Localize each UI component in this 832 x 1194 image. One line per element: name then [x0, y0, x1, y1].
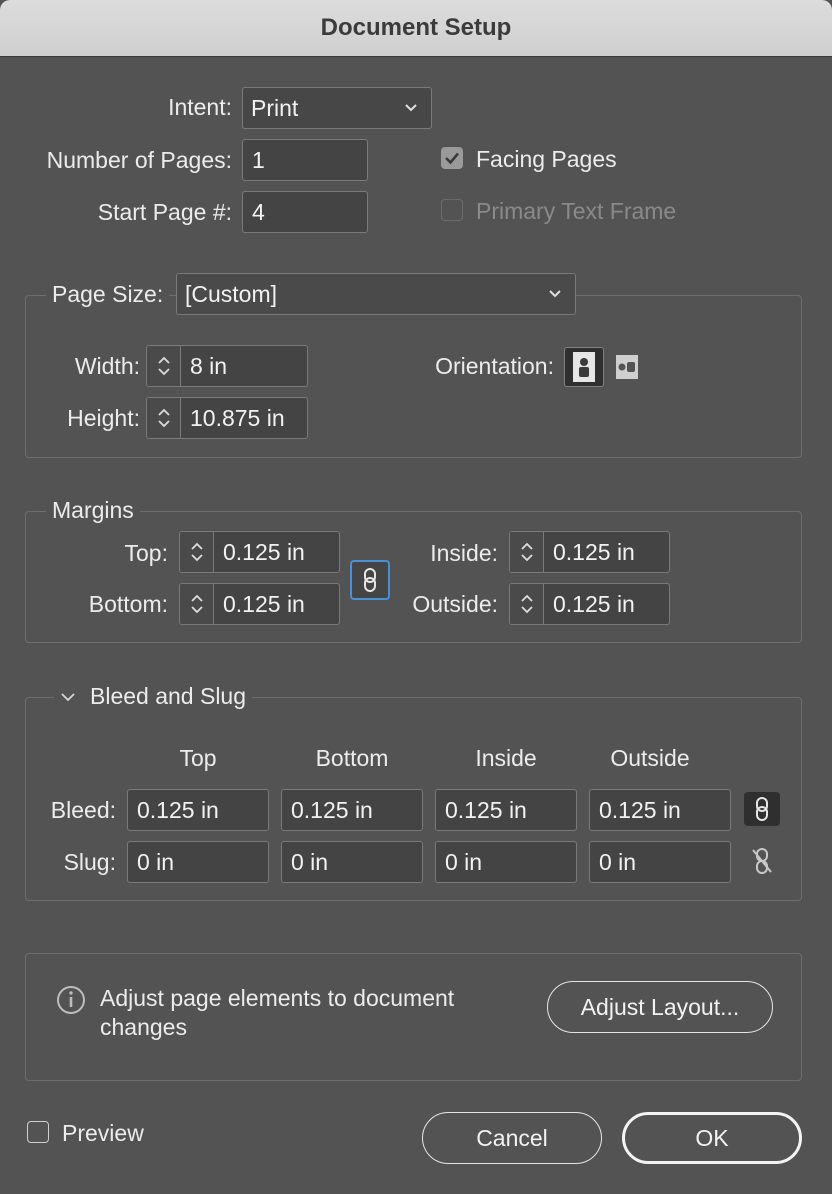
margin-top-value[interactable]: 0.125 in: [214, 532, 339, 572]
chevron-down-icon: [549, 290, 561, 298]
slug-label: Slug:: [63, 849, 116, 875]
bleed-slug-header[interactable]: Bleed and Slug: [54, 683, 253, 710]
chevron-down-icon: [520, 606, 533, 614]
bleed-inside-field[interactable]: 0.125 in: [435, 789, 577, 831]
stepper-arrows[interactable]: [510, 584, 544, 624]
chevron-up-icon: [157, 408, 170, 416]
page-size-label: Page Size:: [46, 281, 170, 308]
cancel-label: Cancel: [476, 1124, 548, 1151]
preview-checkbox[interactable]: [27, 1121, 49, 1143]
adjust-layout-button[interactable]: Adjust Layout...: [547, 981, 773, 1033]
stepper-arrows[interactable]: [510, 532, 544, 572]
margins-group: [25, 511, 802, 643]
slug-link-button[interactable]: [744, 844, 780, 878]
bleed-link-button[interactable]: [744, 792, 780, 826]
chain-link-icon: [756, 797, 768, 821]
chevron-down-icon: [190, 606, 203, 614]
orientation-label: Orientation:: [435, 353, 554, 379]
bleed-top-field[interactable]: 0.125 in: [127, 789, 269, 831]
margin-top-stepper[interactable]: 0.125 in: [179, 531, 340, 573]
facing-pages-label: Facing Pages: [476, 146, 617, 172]
adjust-message-line1: Adjust page elements to document: [100, 985, 455, 1011]
chain-link-icon: [364, 568, 376, 592]
chevron-up-icon: [520, 542, 533, 550]
chevron-down-icon: [520, 554, 533, 562]
margin-bottom-label: Bottom:: [88, 591, 168, 617]
height-value[interactable]: 10.875 in: [181, 398, 307, 438]
column-header-inside: Inside: [475, 745, 537, 771]
chevron-up-icon: [190, 594, 203, 602]
slug-outside-field[interactable]: 0 in: [589, 841, 731, 883]
bleed-slug-legend: Bleed and Slug: [90, 683, 247, 709]
margin-top-label: Top:: [124, 540, 168, 566]
height-stepper[interactable]: 10.875 in: [146, 397, 308, 439]
width-value[interactable]: 8 in: [181, 346, 307, 386]
margin-inside-value[interactable]: 0.125 in: [544, 532, 669, 572]
margins-link-button[interactable]: [350, 560, 390, 600]
stepper-arrows[interactable]: [147, 398, 181, 438]
checkmark-icon: [445, 152, 459, 165]
column-header-top: Top: [179, 745, 217, 771]
preview-label: Preview: [62, 1120, 144, 1146]
slug-top-field[interactable]: 0 in: [127, 841, 269, 883]
margins-legend: Margins: [46, 497, 140, 524]
chevron-up-icon: [157, 356, 170, 364]
stepper-arrows[interactable]: [180, 584, 214, 624]
margin-bottom-stepper[interactable]: 0.125 in: [179, 583, 340, 625]
pages-field[interactable]: 1: [242, 139, 368, 181]
primary-text-frame-label: Primary Text Frame: [476, 198, 677, 224]
margin-inside-label: Inside:: [430, 540, 498, 566]
margin-inside-stepper[interactable]: 0.125 in: [509, 531, 670, 573]
window-title: Document Setup: [320, 14, 512, 41]
info-icon: [55, 984, 87, 1016]
height-label: Height:: [67, 405, 140, 431]
broken-chain-link-icon: [752, 848, 772, 874]
pages-label: Number of Pages:: [46, 147, 232, 173]
ok-button[interactable]: OK: [622, 1112, 802, 1164]
bleed-bottom-field[interactable]: 0.125 in: [281, 789, 423, 831]
bleed-label: Bleed:: [50, 797, 116, 823]
facing-pages-checkbox[interactable]: [441, 147, 463, 169]
cancel-button[interactable]: Cancel: [422, 1112, 602, 1164]
portrait-orientation-button[interactable]: [564, 347, 604, 387]
primary-text-frame-checkbox[interactable]: [441, 199, 463, 221]
start-page-label: Start Page #:: [97, 199, 232, 225]
intent-dropdown[interactable]: Print: [242, 87, 432, 129]
landscape-orientation-button[interactable]: [610, 347, 644, 387]
stepper-arrows[interactable]: [180, 532, 214, 572]
page-size-value: [Custom]: [185, 280, 278, 307]
chevron-up-icon: [190, 542, 203, 550]
slug-inside-field[interactable]: 0 in: [435, 841, 577, 883]
intent-value: Print: [251, 94, 299, 121]
intent-label: Intent:: [168, 94, 232, 120]
bleed-outside-field[interactable]: 0.125 in: [589, 789, 731, 831]
chevron-down-icon: [157, 420, 170, 428]
landscape-icon: [616, 355, 638, 379]
portrait-icon: [573, 352, 595, 382]
column-header-bottom: Bottom: [315, 745, 389, 771]
chevron-down-icon: [405, 104, 417, 112]
title-bar: Document Setup: [0, 0, 832, 57]
margin-outside-value[interactable]: 0.125 in: [544, 584, 669, 624]
width-label: Width:: [74, 353, 140, 379]
margin-outside-label: Outside:: [412, 591, 498, 617]
start-page-field[interactable]: 4: [242, 191, 368, 233]
stepper-arrows[interactable]: [147, 346, 181, 386]
column-header-outside: Outside: [610, 745, 690, 771]
chevron-up-icon: [520, 594, 533, 602]
width-stepper[interactable]: 8 in: [146, 345, 308, 387]
page-size-dropdown[interactable]: [Custom]: [176, 273, 576, 315]
adjust-layout-label: Adjust Layout...: [580, 993, 740, 1020]
chevron-down-icon: [61, 692, 75, 701]
margin-bottom-value[interactable]: 0.125 in: [214, 584, 339, 624]
adjust-message-line2: changes: [100, 1014, 187, 1040]
chevron-down-icon: [157, 368, 170, 376]
ok-label: OK: [695, 1124, 729, 1151]
slug-bottom-field[interactable]: 0 in: [281, 841, 423, 883]
margin-outside-stepper[interactable]: 0.125 in: [509, 583, 670, 625]
chevron-down-icon: [190, 554, 203, 562]
